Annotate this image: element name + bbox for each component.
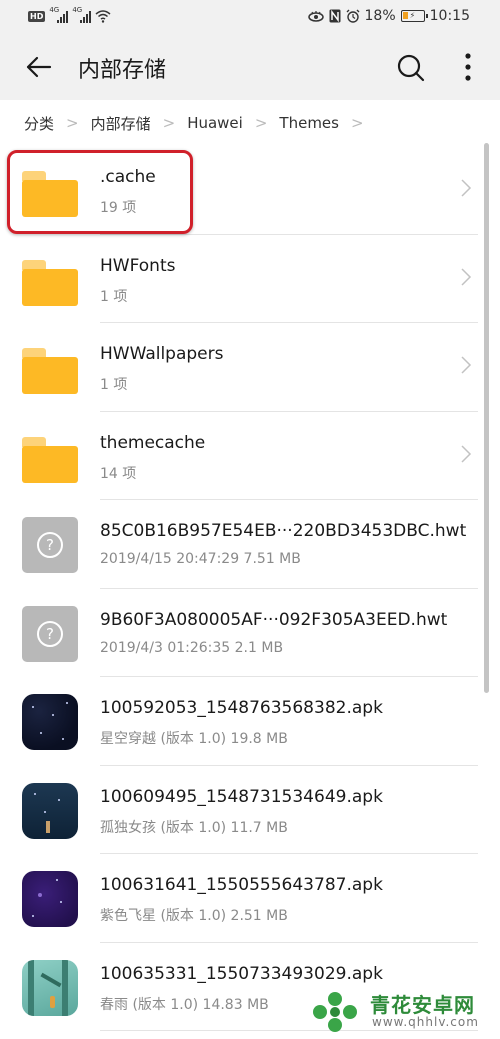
nfc-icon [329, 9, 341, 23]
watermark-logo-icon [313, 992, 357, 1032]
battery-percent: 18% [364, 8, 396, 24]
file-name: themecache [100, 432, 206, 453]
file-meta: 2019/4/3 01:26:35 2.1 MB [100, 639, 284, 656]
watermark: 青花安卓网 www.qhhlv.com [312, 987, 492, 1035]
file-row-apk-3[interactable]: 100631641_1550555643787.apk 紫色飞星 (版本 1.0… [0, 854, 500, 943]
alarm-icon [346, 9, 360, 23]
clock: 10:15 [429, 8, 470, 24]
folder-icon [22, 429, 78, 485]
more-options-icon[interactable] [460, 51, 476, 83]
file-row-hwt-2[interactable]: ? 9B60F3A080005AF···092F305A3EED.hwt 201… [0, 589, 500, 677]
cell-signal-icon-2: 4G [72, 6, 92, 23]
chevron-right-icon: > [66, 114, 79, 132]
chevron-right-icon: > [350, 114, 364, 132]
folder-icon [22, 340, 78, 396]
file-name: HWFonts [100, 255, 176, 276]
eye-comfort-icon [307, 11, 324, 22]
file-name: HWWallpapers [100, 344, 224, 364]
file-row-apk-1[interactable]: 100592053_1548763568382.apk 星空穿越 (版本 1.0… [0, 677, 500, 766]
file-name: 100631641_1550555643787.apk [100, 875, 383, 895]
breadcrumb-item-category[interactable]: 分类 [24, 113, 54, 134]
chevron-right-icon [461, 267, 472, 286]
watermark-title: 青花安卓网 [370, 993, 475, 1017]
purple-star-app-icon [22, 871, 78, 927]
unknown-file-icon: ? [22, 517, 78, 573]
chevron-right-icon: > [162, 114, 176, 132]
folder-icon [22, 252, 78, 308]
file-meta: 春雨 (版本 1.0) 14.83 MB [100, 996, 269, 1013]
cell-signal-icon: 4G [49, 6, 69, 23]
file-meta: 星空穿越 (版本 1.0) 19.8 MB [100, 731, 288, 747]
unknown-file-icon: ? [22, 605, 78, 662]
folder-row-hwwallpapers[interactable]: HWWallpapers 1 项 [0, 323, 500, 412]
file-name: 100609495_1548731534649.apk [100, 786, 383, 807]
wifi-icon [95, 10, 111, 23]
file-name: 100635331_1550733493029.apk [100, 963, 383, 984]
chevron-right-icon [461, 444, 472, 463]
file-name: 100592053_1548763568382.apk [100, 698, 383, 718]
app-bar: 内部存储 [0, 36, 500, 100]
status-bar: HD 4G 4G 18% ⚡ 10:15 [0, 0, 500, 36]
file-row-hwt-1[interactable]: ? 85C0B16B957E54EB···220BD3453DBC.hwt 20… [0, 500, 500, 589]
battery-icon: ⚡ [400, 10, 428, 22]
breadcrumb-item-themes[interactable]: Themes [279, 114, 339, 132]
file-meta: 14 项 [100, 465, 137, 482]
back-arrow-icon[interactable] [24, 52, 54, 82]
starry-sky-app-icon [22, 694, 78, 750]
highlight-annotation [7, 150, 193, 234]
chevron-right-icon [461, 179, 472, 197]
file-name: 9B60F3A080005AF···092F305A3EED.hwt [100, 609, 448, 630]
scrollbar[interactable] [484, 143, 489, 693]
spring-rain-app-icon [22, 959, 78, 1016]
lonely-girl-app-icon [22, 782, 78, 839]
file-meta: 1 项 [100, 288, 128, 305]
file-meta: 1 项 [100, 377, 128, 393]
file-name: 85C0B16B957E54EB···220BD3453DBC.hwt [100, 521, 467, 541]
file-meta: 孤独女孩 (版本 1.0) 11.7 MB [100, 819, 288, 836]
watermark-url: www.qhhlv.com [372, 1015, 479, 1029]
breadcrumb-item-huawei[interactable]: Huawei [187, 114, 243, 132]
chevron-right-icon: > [254, 114, 268, 132]
file-meta: 紫色飞星 (版本 1.0) 2.51 MB [100, 908, 288, 924]
chevron-right-icon [461, 356, 472, 374]
page-title: 内部存储 [78, 58, 167, 83]
hd-voice-icon: HD [28, 10, 46, 22]
file-list: .cache 19 项 HWFonts 1 项 HWWallpapers 1 项… [0, 146, 500, 1031]
folder-row-hwfonts[interactable]: HWFonts 1 项 [0, 235, 500, 323]
breadcrumb: 分类 > 内部存储 > Huawei > Themes > [0, 100, 500, 146]
folder-row-themecache[interactable]: themecache 14 项 [0, 412, 500, 500]
breadcrumb-item-internal-storage[interactable]: 内部存储 [91, 113, 151, 134]
file-meta: 2019/4/15 20:47:29 7.51 MB [100, 551, 301, 567]
search-icon[interactable] [396, 53, 426, 83]
file-row-apk-2[interactable]: 100609495_1548731534649.apk 孤独女孩 (版本 1.0… [0, 766, 500, 854]
